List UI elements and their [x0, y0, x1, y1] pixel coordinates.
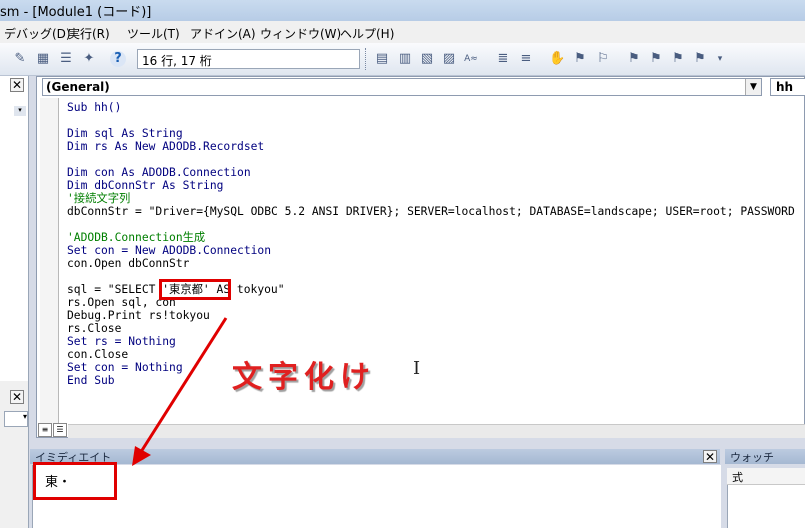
annotation-arrow: [132, 317, 228, 466]
text-cursor-icon: I: [413, 358, 421, 379]
annotation-label: 文字化け: [232, 360, 376, 395]
